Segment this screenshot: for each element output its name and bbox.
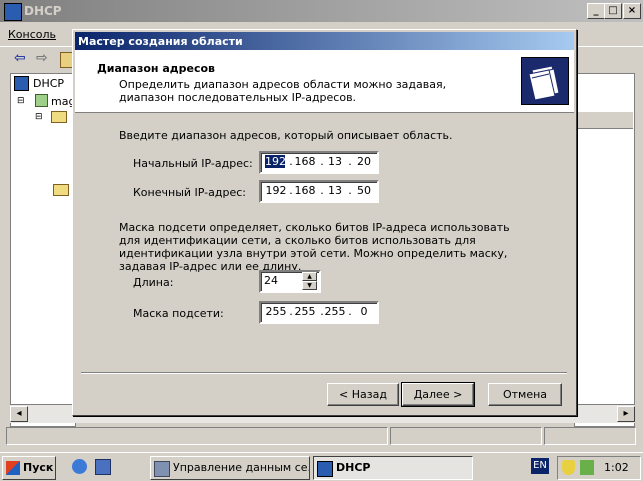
system-tray: 1:02: [557, 456, 641, 480]
new-scope-wizard: Мастер создания области Диапазон адресов…: [72, 29, 577, 416]
tree-expand-icon[interactable]: ⊟: [17, 96, 25, 106]
taskbar-task-active[interactable]: DHCP: [313, 456, 473, 480]
end-ip-octet[interactable]: 13: [324, 184, 346, 197]
start-ip-octet[interactable]: 13: [324, 155, 346, 168]
start-ip-label: Начальный IP-адрес:: [133, 157, 253, 170]
main-window-title: DHCP: [24, 4, 62, 18]
server-icon: [35, 94, 48, 107]
language-indicator[interactable]: EN: [531, 458, 549, 474]
subnet-mask-label: Маска подсети:: [133, 307, 224, 320]
length-spinner[interactable]: 24 ▲ ▼: [259, 270, 321, 293]
start-button[interactable]: Пуск: [2, 456, 56, 480]
end-ip-octet[interactable]: 192: [265, 184, 287, 197]
menu-console[interactable]: Консоль: [8, 28, 56, 41]
spin-down-icon[interactable]: ▼: [302, 281, 317, 290]
cancel-button[interactable]: Отмена: [488, 383, 562, 406]
console-tree[interactable]: DHCP ⊟ mag ⊟: [10, 73, 76, 427]
windows-logo-icon: [6, 461, 20, 475]
mask-octet[interactable]: 0: [353, 305, 375, 318]
dhcp-app-icon: [317, 461, 333, 477]
status-panel: [390, 427, 542, 445]
page-subtitle: Определить диапазон адресов области можн…: [119, 78, 447, 104]
clock[interactable]: 1:02: [604, 461, 629, 474]
task-label: Управление данным се...: [173, 461, 310, 474]
dhcp-node-icon: [14, 76, 29, 91]
folder-icon: [51, 111, 67, 123]
start-ip-octet[interactable]: 192: [265, 155, 286, 168]
end-ip-label: Конечный IP-адрес:: [133, 186, 246, 199]
minimize-button[interactable]: _: [587, 3, 605, 19]
start-ip-octet[interactable]: 168: [294, 155, 316, 168]
maximize-button[interactable]: □: [604, 3, 622, 19]
mask-octet[interactable]: 255: [265, 305, 287, 318]
scroll-left-icon[interactable]: ◂: [10, 406, 28, 422]
length-value[interactable]: 24: [264, 274, 278, 287]
wizard-header: Диапазон адресов Определить диапазон адр…: [75, 50, 574, 113]
dhcp-app-icon: [4, 3, 22, 21]
spin-up-icon[interactable]: ▲: [302, 272, 317, 281]
back-arrow-icon[interactable]: ⇦: [14, 50, 26, 66]
security-shield-icon[interactable]: [562, 460, 575, 475]
page-title: Диапазон адресов: [97, 62, 216, 75]
server-manager-icon: [154, 461, 170, 477]
task-label: DHCP: [336, 461, 371, 474]
mask-octet[interactable]: 255: [324, 305, 346, 318]
next-button[interactable]: Далее >: [401, 382, 475, 407]
back-button[interactable]: < Назад: [327, 383, 399, 406]
wizard-title: Мастер создания области: [78, 35, 243, 48]
start-label: Пуск: [23, 461, 54, 474]
end-ip-octet[interactable]: 50: [353, 184, 375, 197]
ie-icon[interactable]: [72, 459, 87, 474]
wizard-folders-icon: [521, 57, 569, 105]
scroll-right-icon[interactable]: ▸: [617, 406, 635, 422]
status-panel: [544, 427, 636, 445]
tree-expand-icon[interactable]: ⊟: [35, 112, 43, 122]
status-panel: [6, 427, 388, 445]
button-separator: [81, 372, 567, 374]
close-button[interactable]: ×: [623, 3, 641, 19]
subnet-mask-field[interactable]: 255 . 255 . 255 . 0: [259, 301, 379, 324]
taskbar-task[interactable]: Управление данным се...: [150, 456, 310, 480]
status-bar: [6, 426, 637, 446]
range-instruction: Введите диапазон адресов, который описыв…: [119, 129, 453, 142]
taskbar: Пуск Управление данным се... DHCP EN 1:0…: [0, 452, 643, 481]
end-ip-octet[interactable]: 168: [294, 184, 316, 197]
start-ip-field[interactable]: 192 . 168 . 13 . 20: [259, 151, 379, 174]
start-ip-octet[interactable]: 20: [353, 155, 375, 168]
length-label: Длина:: [133, 276, 174, 289]
mask-octet[interactable]: 255: [294, 305, 316, 318]
tree-root-label[interactable]: DHCP: [33, 77, 64, 90]
end-ip-field[interactable]: 192 . 168 . 13 . 50: [259, 180, 379, 203]
details-column-header[interactable]: [575, 112, 633, 129]
folder-icon: [53, 184, 69, 196]
forward-arrow-icon[interactable]: ⇨: [36, 50, 48, 66]
network-icon[interactable]: [580, 460, 594, 475]
mask-description: Маска подсети определяет, сколько битов …: [119, 221, 510, 273]
wizard-titlebar[interactable]: Мастер создания области: [75, 32, 574, 50]
main-titlebar[interactable]: DHCP _ □ ×: [0, 0, 643, 22]
show-desktop-icon[interactable]: [95, 459, 111, 475]
